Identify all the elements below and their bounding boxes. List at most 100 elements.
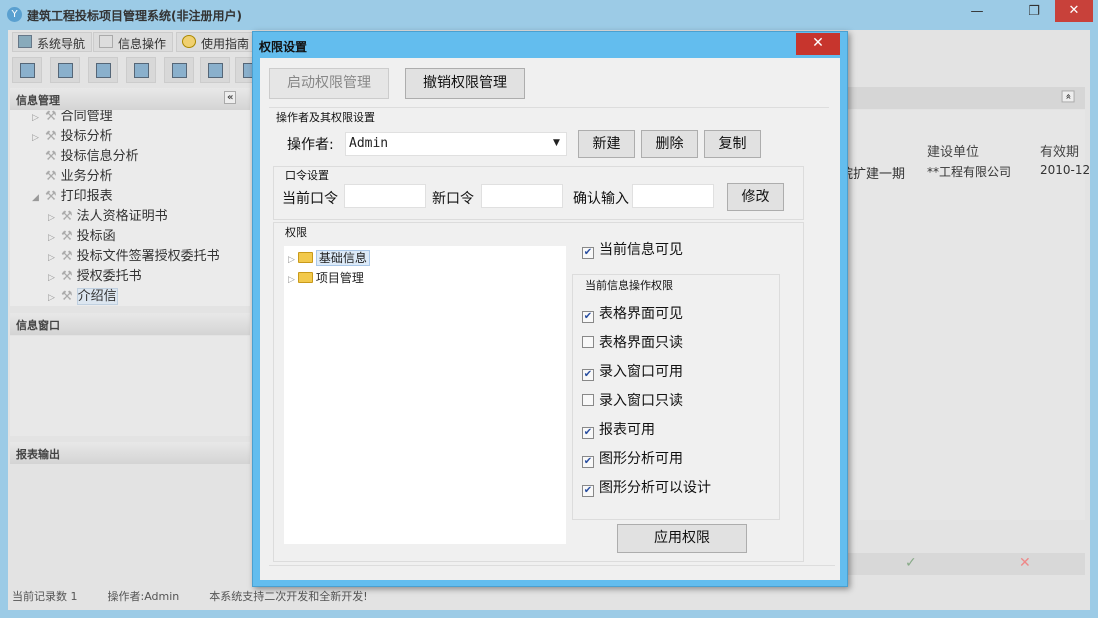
cancel-icon[interactable]: ✕ [1019,555,1031,571]
minimize-button[interactable]: — [965,4,989,22]
tools-icon: ⚒ [61,209,73,224]
divider [269,107,829,108]
permission-checkbox[interactable]: ✔ 报表可用 [582,419,655,439]
nav-tree-item[interactable]: ▷ ⚒ 授权委托书 [48,265,142,285]
grid-action-bar: ✓ ✕ [848,553,1085,575]
visible-checkbox[interactable]: ✔ 当前信息可见 [582,239,683,259]
permission-checkbox[interactable]: ✔ 图形分析可用 [582,448,683,468]
operator-label: 操作者: [287,137,334,153]
nav-tree-item[interactable]: ▷ ⚒ 合同管理 [32,110,113,125]
operator-section-label: 操作者及其权限设置 [276,111,375,124]
column-header[interactable]: 有效期 [1040,141,1079,161]
nav-tree-item[interactable]: ▷ ⚒ 投标文件签署授权委托书 [48,245,220,265]
chevron-down-icon: ▼ [553,138,560,148]
permission-checkbox[interactable]: ✔ 表格界面可见 [582,303,683,323]
nav-tree-item[interactable]: ⚒ 业务分析 [32,165,113,185]
permission-tree-node[interactable]: ▷ 项目管理 [288,269,364,286]
operator-select[interactable]: Admin ▼ [345,132,567,156]
confirm-icon[interactable]: ✓ [905,555,917,571]
expand-button[interactable]: « [1061,90,1075,103]
permission-tree: ▷ 基础信息 ▷ 项目管理 [284,246,566,544]
checkbox-icon [582,394,594,406]
tab-system-nav[interactable]: 系统导航 [12,32,93,52]
permission-checkbox[interactable]: ✔ 图形分析可以设计 [582,477,711,497]
expand-arrow-icon[interactable]: ▷ [288,275,295,285]
current-password-input[interactable] [344,184,426,208]
list-icon [58,63,73,78]
app-logo: Y [7,7,22,22]
checkbox-label: 录入窗口只读 [599,393,683,409]
dialog-close-button[interactable]: ✕ [796,33,840,55]
status-note: 本系统支持二次开发和全新开发! [209,590,368,603]
expand-arrow-icon[interactable]: ▷ [48,213,57,223]
expand-arrow-icon[interactable]: ▷ [48,233,57,243]
grid-cell[interactable]: **工程有限公司 [927,163,1011,180]
permission-checkbox[interactable]: ✔ 录入窗口可用 [582,361,683,381]
permission-dialog: 权限设置 ✕ 启动权限管理 撤销权限管理 操作者及其权限设置 操作者: Admi… [252,31,848,587]
form-add-icon [208,63,223,78]
user-tool-button[interactable] [126,57,156,83]
permission-checkbox[interactable]: 录入窗口只读 [582,390,683,410]
monitor-icon [18,35,32,48]
add-form-tool-button[interactable] [200,57,230,83]
modify-button[interactable]: 修改 [727,183,784,211]
checkbox-label: 当前信息可见 [599,242,683,258]
delete-button[interactable]: 删除 [641,130,698,158]
close-button[interactable]: ✕ [1055,0,1093,22]
nav-tree-item[interactable]: ⚒ 投标信息分析 [32,145,139,165]
checkbox-icon: ✔ [582,485,594,497]
tab-info-ops[interactable]: 信息操作 [93,32,174,52]
expand-arrow-icon[interactable]: ▷ [48,273,57,283]
nav-tree-item[interactable]: ▷ ⚒ 投标分析 [32,125,113,145]
print-tool-button[interactable] [235,57,258,83]
folder-icon [297,272,313,283]
restore-button[interactable]: ❐ [1022,4,1046,22]
tools-icon: ⚒ [45,129,57,144]
grid-cell[interactable]: 2010-12 [1040,163,1090,177]
revoke-permission-button[interactable]: 撤销权限管理 [405,68,525,99]
nav-tree-item[interactable]: ▷ ⚒ 介绍信 [48,285,118,305]
nav-tree-label: 打印报表 [60,189,113,204]
column-header[interactable]: 建设单位 [927,141,979,161]
start-permission-button[interactable]: 启动权限管理 [269,68,389,99]
nav-tree-item[interactable]: ◢ ⚒ 打印报表 [32,185,113,205]
confirm-password-input[interactable] [632,184,714,208]
expand-arrow-icon[interactable]: ◢ [32,193,41,203]
report-output-header: 报表输出 [10,442,250,464]
expand-arrow-icon[interactable]: ▷ [288,255,295,265]
info-window-header: 信息窗口 [10,313,250,335]
screen-icon [172,63,187,78]
folder-icon [297,252,313,263]
tools-icon: ⚒ [61,249,73,264]
grid-icon [99,35,113,48]
tools-icon: ⚒ [61,289,73,304]
grid-cell[interactable]: 院扩建一期 [840,163,905,182]
permission-tree-node[interactable]: ▷ 基础信息 [288,249,370,266]
permission-checkbox[interactable]: 表格界面只读 [582,332,683,352]
collapse-button[interactable]: « [224,91,237,104]
new-password-input[interactable] [481,184,563,208]
panel-title: 信息管理 [16,94,60,107]
nav-tree-item[interactable]: ▷ ⚒ 投标函 [48,225,116,245]
expand-arrow-icon[interactable]: ▷ [32,133,41,143]
info-mgmt-header: 信息管理 « [10,88,250,110]
nav-tree-label: 投标文件签署授权委托书 [76,249,220,264]
nav-tree-item[interactable]: ▷ ⚒ 法人资格证明书 [48,205,168,225]
dialog-body: 启动权限管理 撤销权限管理 操作者及其权限设置 操作者: Admin ▼ 新建 … [260,58,840,580]
search-icon [20,63,35,78]
screen-tool-button[interactable] [164,57,194,83]
new-button[interactable]: 新建 [578,130,635,158]
expand-arrow-icon[interactable]: ▷ [48,253,57,263]
tools-icon: ⚒ [45,149,57,164]
apply-permission-button[interactable]: 应用权限 [617,524,747,553]
expand-arrow-icon[interactable]: ▷ [32,113,41,123]
copy-button[interactable]: 复制 [704,130,761,158]
checkbox-icon: ✔ [582,427,594,439]
document-tool-button[interactable] [88,57,118,83]
tab-label: 信息操作 [118,37,167,51]
expand-arrow-icon[interactable]: ▷ [48,293,57,303]
list-tool-button[interactable] [50,57,80,83]
nav-tree-label: 投标函 [76,229,116,244]
search-tool-button[interactable] [12,57,42,83]
tab-guide[interactable]: 使用指南 [176,32,257,52]
